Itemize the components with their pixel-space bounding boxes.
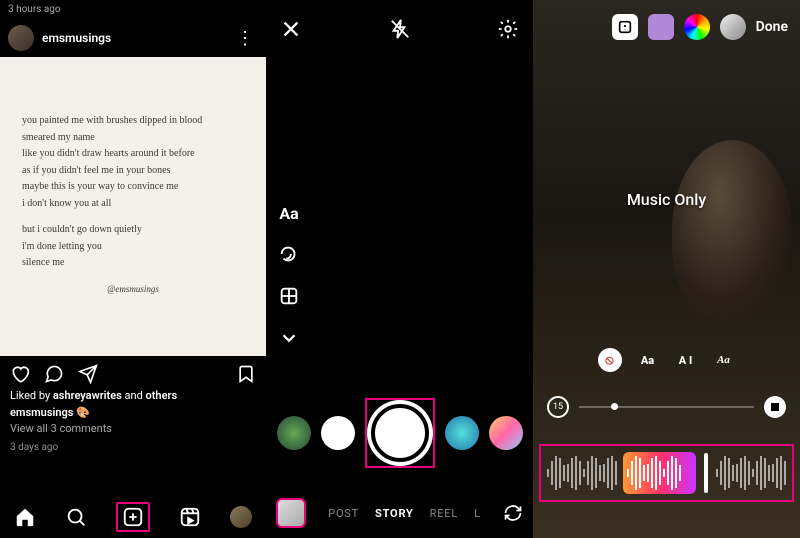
post-header: emsmusings ⋮ xyxy=(0,19,266,57)
author-username[interactable]: emsmusings xyxy=(42,31,232,45)
previous-post-time: 3 hours ago xyxy=(0,0,266,19)
lyric-style-bar: ⦸ Aa A I Aa xyxy=(598,348,736,372)
done-button[interactable]: Done xyxy=(756,19,788,35)
poem-stanza-2: but i couldn't go down quietly i'm done … xyxy=(22,222,244,272)
shutter-row xyxy=(266,398,533,468)
stop-button[interactable] xyxy=(764,396,786,418)
settings-icon[interactable] xyxy=(497,18,519,40)
shutter-highlight xyxy=(365,398,435,468)
mode-reel[interactable]: REEL xyxy=(430,507,458,520)
style-aa-3[interactable]: Aa xyxy=(712,348,736,372)
filter-thumb-right1[interactable] xyxy=(445,416,479,450)
profile-avatar[interactable] xyxy=(230,506,252,528)
style-aa-1[interactable]: Aa xyxy=(636,348,660,372)
boomerang-icon[interactable] xyxy=(278,243,300,265)
mode-bar: POST STORY REEL L xyxy=(266,498,533,528)
comment-icon[interactable] xyxy=(44,364,64,384)
color-picker-icon[interactable] xyxy=(684,14,710,40)
more-options-icon[interactable]: ⋮ xyxy=(232,28,258,49)
mode-selector[interactable]: POST STORY REEL L xyxy=(322,507,487,520)
user-avatar[interactable] xyxy=(720,14,746,40)
close-icon[interactable] xyxy=(280,18,302,40)
create-icon[interactable] xyxy=(116,502,150,532)
bookmark-icon[interactable] xyxy=(236,364,256,384)
person-silhouette xyxy=(672,140,792,320)
gallery-thumbnail[interactable] xyxy=(276,498,306,528)
poem-signature: @emsmusings xyxy=(22,282,244,297)
post-meta: Liked by ashreyawrites and others emsmus… xyxy=(0,388,266,455)
likes-line[interactable]: Liked by ashreyawrites and others xyxy=(10,388,256,405)
view-comments-link[interactable]: View all 3 comments xyxy=(10,421,256,438)
share-icon[interactable] xyxy=(78,364,98,384)
duration-button[interactable]: 15 xyxy=(547,396,569,418)
poem-stanza-1: you painted me with brushes dipped in bl… xyxy=(22,113,244,212)
filter-thumb-right2[interactable] xyxy=(489,416,523,450)
music-editor-panel: Done Music Only ⦸ Aa A I Aa 15 xyxy=(533,0,800,538)
bottom-nav xyxy=(0,494,266,538)
mode-story[interactable]: STORY xyxy=(375,507,414,520)
music-display-label[interactable]: Music Only xyxy=(627,190,706,209)
like-icon[interactable] xyxy=(10,364,30,384)
seek-handle[interactable] xyxy=(611,403,618,410)
post-time: 3 days ago xyxy=(10,440,256,455)
playback-timeline: 15 xyxy=(533,396,800,418)
home-icon[interactable] xyxy=(14,506,36,528)
camera-topbar xyxy=(266,0,533,40)
layout-icon[interactable] xyxy=(278,285,300,307)
wave-seg-before[interactable] xyxy=(547,452,617,494)
editor-topbar: Done xyxy=(533,14,800,40)
post-image[interactable]: you painted me with brushes dipped in bl… xyxy=(0,57,266,356)
wave-seg-after[interactable] xyxy=(716,452,786,494)
feed-panel: 3 hours ago emsmusings ⋮ you painted me … xyxy=(0,0,266,538)
camera-panel: Aa POST STORY REEL L xyxy=(266,0,533,538)
text-tool[interactable]: Aa xyxy=(279,204,298,223)
chevron-down-icon[interactable] xyxy=(278,327,300,349)
shutter-button[interactable] xyxy=(371,404,429,462)
mode-post[interactable]: POST xyxy=(328,507,359,520)
wave-cursor[interactable] xyxy=(704,453,708,493)
flash-off-icon[interactable] xyxy=(389,18,411,40)
reels-icon[interactable] xyxy=(179,506,201,528)
author-avatar[interactable] xyxy=(8,25,34,51)
waveform-scrubber[interactable] xyxy=(539,444,794,502)
mode-live[interactable]: L xyxy=(474,507,481,520)
switch-camera-icon[interactable] xyxy=(503,503,523,523)
effects-icon[interactable] xyxy=(648,14,674,40)
sticker-icon[interactable] xyxy=(612,14,638,40)
search-icon[interactable] xyxy=(65,506,87,528)
wave-seg-selected[interactable] xyxy=(623,452,696,494)
style-aa-2[interactable]: A I xyxy=(674,348,698,372)
camera-tools: Aa xyxy=(278,204,300,349)
seek-track[interactable] xyxy=(579,406,754,408)
post-actions xyxy=(0,356,266,388)
style-none-icon[interactable]: ⦸ xyxy=(598,348,622,372)
caption-line[interactable]: emsmusings 🎨 xyxy=(10,405,256,422)
filter-thumb-left2[interactable] xyxy=(277,416,311,450)
filter-thumb-left1[interactable] xyxy=(321,416,355,450)
